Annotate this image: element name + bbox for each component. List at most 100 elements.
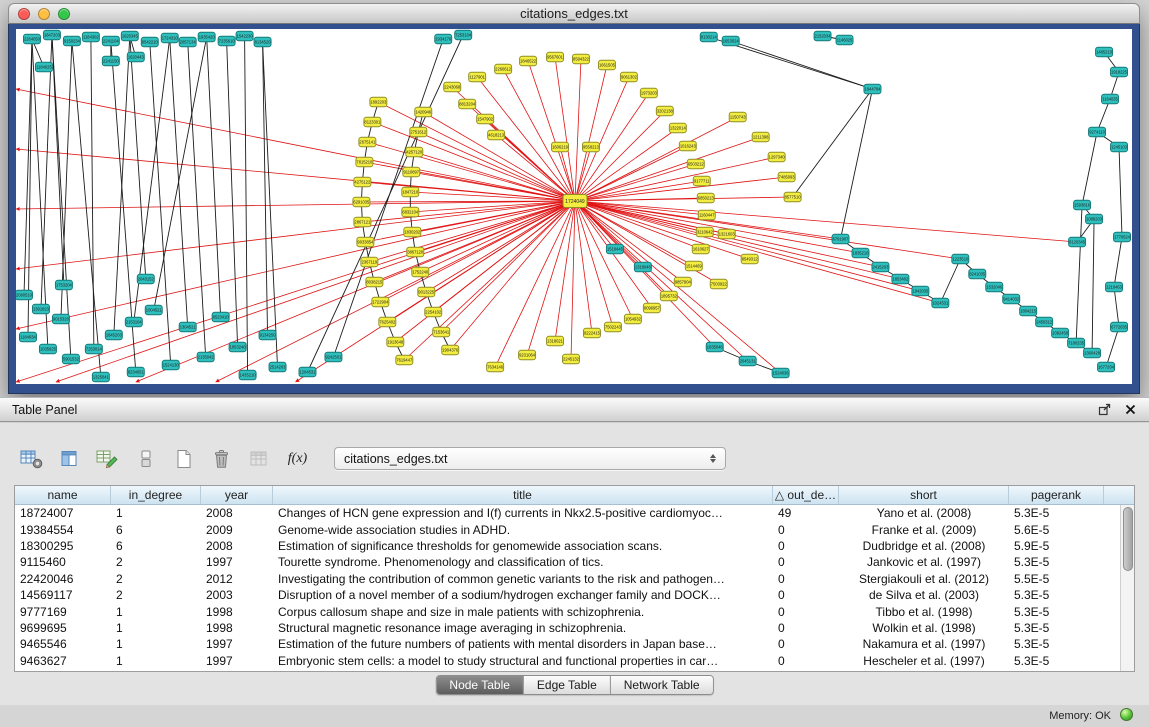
new-document-button[interactable] (168, 445, 199, 472)
graph-edge[interactable] (575, 77, 629, 201)
graph-edge[interactable] (575, 157, 777, 201)
graph-node-label: 1485210 (1096, 49, 1113, 54)
graph-edge[interactable] (1106, 327, 1119, 367)
edit-table-button[interactable] (92, 445, 123, 472)
table-row[interactable]: 969969511998Structural magnetic resonanc… (15, 620, 1134, 636)
graph-edge[interactable] (41, 35, 52, 309)
graph-edge[interactable] (263, 42, 278, 367)
graph-node-label: 3867120 (407, 249, 424, 254)
function-builder-button[interactable]: f(x) (282, 445, 313, 472)
graph-edge[interactable] (16, 89, 575, 201)
tab-edge-table[interactable]: Edge Table (524, 676, 611, 694)
graph-edge[interactable] (1114, 237, 1122, 287)
graph-edge[interactable] (503, 69, 575, 201)
graph-edge[interactable] (575, 201, 701, 249)
table-row[interactable]: 1938455462009Genome-wide association stu… (15, 521, 1134, 537)
graph-edge[interactable] (16, 149, 575, 201)
graph-edge[interactable] (1076, 205, 1082, 343)
graph-node-label: 2867121 (354, 219, 371, 224)
table-row[interactable]: 977716911998Corpus callosum shape and si… (15, 603, 1134, 619)
table-mode-button[interactable] (16, 445, 47, 472)
graph-edge[interactable] (450, 201, 575, 350)
delete-button[interactable] (206, 445, 237, 472)
graph-edge[interactable] (575, 137, 761, 201)
close-panel-button[interactable] (1123, 403, 1137, 417)
column-header-pagerank[interactable]: pagerank (1009, 486, 1104, 504)
table-row[interactable]: 2242004622012Investigating the contribut… (15, 571, 1134, 587)
table-selector-value: citations_edges.txt (344, 452, 705, 466)
graph-edge[interactable] (940, 259, 960, 303)
graph-edge[interactable] (575, 201, 960, 259)
graph-edge[interactable] (731, 41, 873, 89)
graph-edge[interactable] (207, 37, 221, 317)
zoom-window-button[interactable] (58, 8, 70, 20)
table-row[interactable]: 1830029562008Estimation of significance … (15, 538, 1134, 554)
graph-node-label: 1845203 (106, 332, 123, 337)
memory-status-dot (1120, 708, 1133, 721)
graph-edge[interactable] (72, 41, 101, 377)
graph-edge[interactable] (1114, 287, 1119, 327)
graph-edge[interactable] (841, 89, 873, 239)
graph-edge[interactable] (227, 41, 238, 347)
graph-edge[interactable] (367, 142, 575, 201)
row-options-button[interactable] (130, 445, 161, 472)
table-row[interactable]: 946362711997Embryonic stem cells: a mode… (15, 653, 1134, 669)
network-canvas[interactable]: 1724049226061218465229567601859432216615… (16, 29, 1132, 384)
table-cell: 1997 (201, 555, 273, 569)
function-builder-label: f(x) (288, 451, 307, 467)
column-header-out_de[interactable]: △ out_de… (773, 486, 839, 504)
graph-edge[interactable] (560, 147, 575, 201)
column-header-short[interactable]: short (839, 486, 1009, 504)
table-mode-icon (20, 449, 43, 469)
graph-edge[interactable] (575, 146, 688, 201)
graph-edge[interactable] (16, 201, 575, 209)
graph-node-label: 1054932 (625, 316, 642, 321)
import-table-button[interactable] (244, 445, 275, 472)
graph-edge[interactable] (793, 89, 873, 197)
graph-edge[interactable] (16, 201, 575, 382)
graph-node-label: 1297340 (769, 154, 786, 159)
graph-edge[interactable] (150, 42, 171, 365)
graph-edge[interactable] (575, 201, 920, 291)
close-window-button[interactable] (18, 8, 30, 20)
graph-edge[interactable] (52, 35, 64, 285)
graph-node-label: 1934176 (435, 36, 452, 41)
graph-edge[interactable] (575, 201, 683, 282)
graph-node-label: 6503212 (688, 161, 705, 166)
scrollbar-thumb[interactable] (1123, 507, 1133, 571)
column-header-name[interactable]: name (15, 486, 111, 504)
graph-edge[interactable] (1119, 147, 1122, 237)
graph-edge[interactable] (1082, 132, 1097, 205)
graph-edge[interactable] (1092, 219, 1094, 353)
graph-edge[interactable] (24, 39, 32, 295)
graph-node-label: 9414032 (1003, 296, 1020, 301)
graph-edge[interactable] (154, 37, 207, 310)
minimize-window-button[interactable] (38, 8, 50, 20)
table-row[interactable]: 1872400712008Changes of HCN gene express… (15, 505, 1134, 521)
table-selector[interactable]: citations_edges.txt (334, 447, 726, 470)
graph-edge[interactable] (114, 36, 130, 335)
graph-edge[interactable] (130, 36, 146, 279)
graph-edge[interactable] (16, 201, 575, 329)
column-header-title[interactable]: title (273, 486, 773, 504)
show-columns-button[interactable] (54, 445, 85, 472)
graph-edge[interactable] (263, 42, 268, 335)
graph-edge[interactable] (575, 201, 633, 319)
tab-network-table[interactable]: Network Table (611, 676, 713, 694)
graph-edge[interactable] (575, 201, 1077, 242)
column-header-year[interactable]: year (201, 486, 273, 504)
table-row[interactable]: 911546021997Tourette syndrome. Phenomeno… (15, 554, 1134, 570)
graph-svg[interactable]: 1724049226061218465229567601859432216615… (16, 29, 1132, 384)
float-panel-button[interactable] (1097, 403, 1111, 417)
vertical-scrollbar[interactable] (1120, 505, 1134, 671)
graph-edge[interactable] (418, 132, 575, 201)
graph-edge[interactable] (575, 201, 900, 279)
tab-node-table[interactable]: Node Table (436, 676, 524, 694)
table-row[interactable]: 946554611997Estimation of the future num… (15, 636, 1134, 652)
graph-edge[interactable] (91, 37, 94, 349)
graph-edge[interactable] (170, 38, 188, 327)
window-titlebar[interactable]: citations_edges.txt (8, 3, 1140, 24)
column-header-in_degree[interactable]: in_degree (111, 486, 201, 504)
table-row[interactable]: 1456911722003Disruption of a novel membe… (15, 587, 1134, 603)
graph-node-label: 2153104 (126, 319, 143, 324)
